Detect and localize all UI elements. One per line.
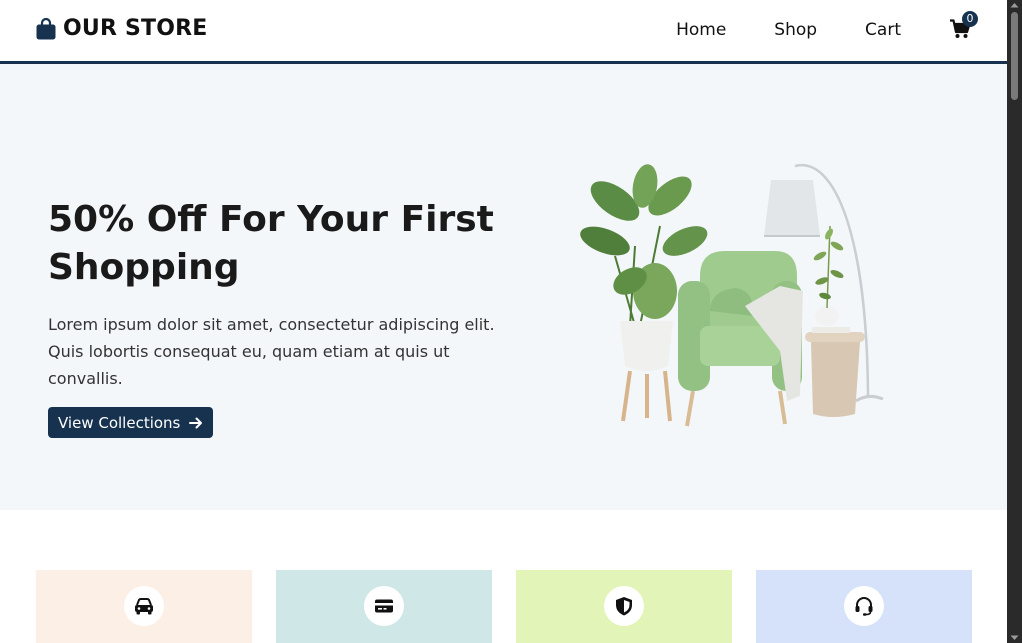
- cart-count-badge: 0: [962, 11, 978, 27]
- scroll-up-arrow-icon[interactable]: [1010, 2, 1019, 8]
- headset-icon: [855, 597, 873, 616]
- feature-card-security: [516, 570, 732, 643]
- armchair-plant-lamp-image: [580, 163, 884, 427]
- vertical-scrollbar[interactable]: [1007, 0, 1022, 643]
- hero-description: Lorem ipsum dolor sit amet, consectetur …: [48, 315, 495, 388]
- features-row: [36, 570, 972, 643]
- hero-title: 50% Off For Your First Shopping: [48, 199, 494, 288]
- credit-card-icon: [375, 599, 393, 613]
- main-nav: Home Shop Cart 0: [676, 11, 978, 41]
- scrollbar-thumb[interactable]: [1011, 12, 1018, 100]
- feature-icon-circle: [364, 586, 404, 626]
- feature-icon-circle: [124, 586, 164, 626]
- cart-button[interactable]: 0: [949, 11, 978, 41]
- view-collections-label: View Collections: [58, 413, 181, 432]
- scroll-down-arrow-icon[interactable]: [1010, 635, 1019, 641]
- feature-icon-circle: [844, 586, 884, 626]
- shield-icon: [616, 597, 632, 616]
- nav-shop-link[interactable]: Shop: [774, 20, 817, 40]
- feature-card-payment: [276, 570, 492, 643]
- feature-card-shipping: [36, 570, 252, 643]
- hero-section: 50% Off For Your First Shopping Lorem ip…: [0, 64, 1007, 510]
- feature-icon-circle: [604, 586, 644, 626]
- car-icon: [135, 598, 153, 615]
- site-header: OUR STORE Home Shop Cart 0: [0, 0, 1007, 64]
- logo-text: OUR STORE: [63, 16, 208, 41]
- nav-cart-link[interactable]: Cart: [865, 20, 901, 40]
- store-logo[interactable]: OUR STORE: [35, 16, 208, 41]
- arrow-right-icon: [189, 417, 203, 428]
- view-collections-button[interactable]: View Collections: [48, 407, 214, 438]
- shopping-bag-icon: [36, 17, 56, 39]
- nav-home-link[interactable]: Home: [676, 20, 726, 40]
- page: OUR STORE Home Shop Cart 0 50% Off For Y…: [0, 0, 1007, 643]
- feature-card-support: [756, 570, 972, 643]
